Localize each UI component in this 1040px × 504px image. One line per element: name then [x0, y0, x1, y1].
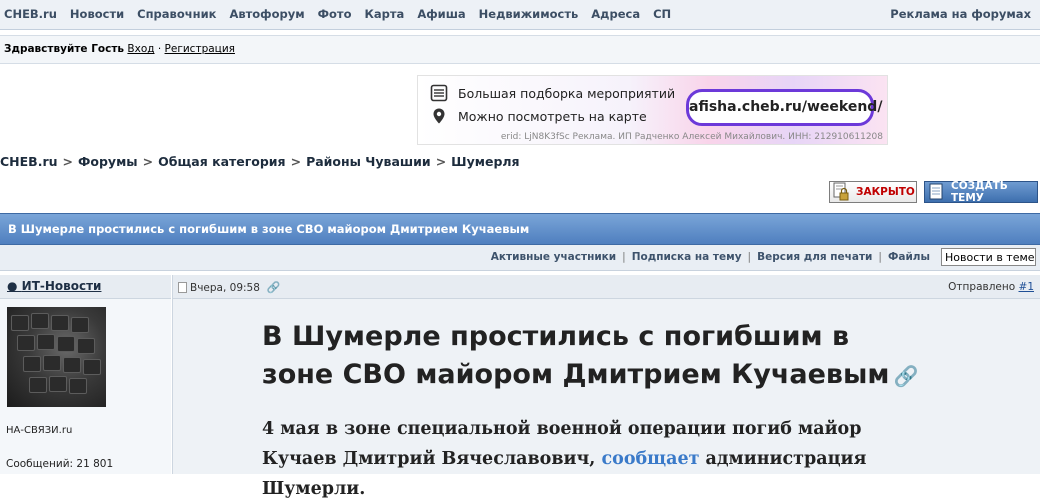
breadcrumb: CHEB.ru > Форумы > Общая категория > Рай…: [0, 154, 520, 169]
post-author-name[interactable]: ● ИТ-Новости: [7, 279, 101, 293]
nav-item-map[interactable]: Карта: [365, 7, 405, 21]
source-link[interactable]: сообщает: [602, 449, 700, 469]
nav-item-sp[interactable]: СП: [653, 7, 671, 21]
active-members-link[interactable]: Активные участники: [491, 251, 616, 263]
closed-button-label: ЗАКРЫТО: [856, 186, 915, 198]
nav-item-directory[interactable]: Справочник: [137, 7, 216, 21]
post-document-icon: [178, 282, 187, 293]
post-sent-info: Отправлено #1: [948, 281, 1034, 293]
article-body: 4 мая в зоне специальной военной операци…: [262, 414, 922, 504]
calendar-list-icon: [430, 84, 448, 102]
breadcrumb-separator: >: [435, 154, 447, 169]
breadcrumb-separator: >: [62, 154, 73, 169]
post-date-text: Вчера, 09:58: [190, 281, 260, 294]
closed-button[interactable]: ЗАКРЫТО: [829, 181, 917, 203]
breadcrumb-separator: >: [142, 154, 154, 169]
nav-item-realty[interactable]: Недвижимость: [479, 7, 579, 21]
nav-item-addresses[interactable]: Адреса: [591, 7, 640, 21]
nav-item-cheb[interactable]: CHEB.ru: [4, 7, 57, 21]
create-topic-label: СОЗДАТЬ ТЕМУ: [951, 180, 1008, 204]
options-separator: |: [878, 251, 882, 263]
topic-buttons: ЗАКРЫТО СОЗДАТЬ ТЕМУ: [0, 176, 1040, 208]
new-document-icon: [927, 182, 945, 202]
post-meta-header: Вчера, 09:58 🔗 Отправлено #1: [172, 275, 1040, 299]
author-group: НА-СВЯЗИ.ru: [6, 425, 73, 436]
register-link[interactable]: Регистрация: [165, 43, 235, 55]
map-pin-icon: [430, 107, 448, 125]
nav-item-forum-ads[interactable]: Реклама на форумах: [890, 7, 1031, 21]
ad-line2-text: Можно посмотреть на карте: [458, 108, 647, 124]
link-separator: ·: [157, 43, 162, 55]
ad-url-pill[interactable]: afisha.cheb.ru/weekend/: [686, 89, 882, 126]
files-link[interactable]: Файлы: [888, 251, 930, 263]
locked-document-icon: [832, 182, 850, 202]
post-author-text: ИТ-Новости: [21, 279, 102, 293]
breadcrumb-general[interactable]: Общая категория: [158, 154, 285, 169]
topic-options-bar: Активные участники | Подписка на тему | …: [0, 245, 1040, 271]
permalink-icon[interactable]: 🔗: [267, 281, 281, 294]
nav-item-news[interactable]: Новости: [70, 7, 124, 21]
post-author-panel: [0, 299, 171, 474]
login-link[interactable]: Вход: [127, 43, 154, 55]
nav-item-autoforum[interactable]: Автофорум: [229, 7, 304, 21]
topic-title: В Шумерле простились с погибшим в зоне С…: [8, 222, 530, 236]
article-title: В Шумерле простились с погибшим в зоне С…: [262, 318, 922, 395]
post-author-header: ● ИТ-Новости: [0, 275, 171, 299]
user-bar: Здравствуйте Гость Вход · Регистрация: [0, 35, 1040, 64]
post-sent-label: Отправлено: [948, 281, 1016, 293]
breadcrumb-forums[interactable]: Форумы: [78, 154, 138, 169]
breadcrumb-districts[interactable]: Районы Чувашии: [306, 154, 431, 169]
options-separator: |: [747, 251, 752, 263]
ad-line-events: Большая подборка мероприятий: [430, 84, 675, 102]
top-nav: CHEB.ru Новости Справочник Автофорум Фот…: [0, 0, 1040, 30]
author-message-count: Сообщений: 21 801: [6, 458, 114, 470]
ad-erid-text: erid: LjN8K3fSc Реклама. ИП Радченко Але…: [500, 132, 883, 142]
post-number-link[interactable]: #1: [1019, 281, 1034, 293]
subscribe-topic-link[interactable]: Подписка на тему: [632, 251, 742, 263]
breadcrumb-separator: >: [290, 154, 302, 169]
article-title-text: В Шумерле простились с погибшим в зоне С…: [262, 321, 890, 390]
topic-mode-select[interactable]: Новости в теме: [941, 248, 1036, 266]
create-topic-button[interactable]: СОЗДАТЬ ТЕМУ: [924, 180, 1038, 204]
breadcrumb-shumerlya[interactable]: Шумерля: [451, 154, 519, 169]
topic-title-bar: В Шумерле простились с погибшим в зоне С…: [0, 213, 1040, 245]
breadcrumb-cheb[interactable]: CHEB.ru: [0, 154, 58, 169]
nav-item-afisha[interactable]: Афиша: [417, 7, 465, 21]
greeting-text: Здравствуйте Гость: [4, 43, 125, 55]
nav-item-photo[interactable]: Фото: [318, 7, 352, 21]
ad-line1-text: Большая подборка мероприятий: [458, 85, 676, 101]
link-icon[interactable]: 🔗: [893, 364, 918, 388]
print-version-link[interactable]: Версия для печати: [757, 251, 872, 263]
avatar: [7, 307, 106, 407]
ad-banner[interactable]: Большая подборка мероприятий Можно посмо…: [417, 75, 888, 145]
options-separator: |: [622, 251, 626, 263]
ad-line-map: Можно посмотреть на карте: [430, 107, 647, 125]
post-date: Вчера, 09:58 🔗: [178, 281, 281, 294]
